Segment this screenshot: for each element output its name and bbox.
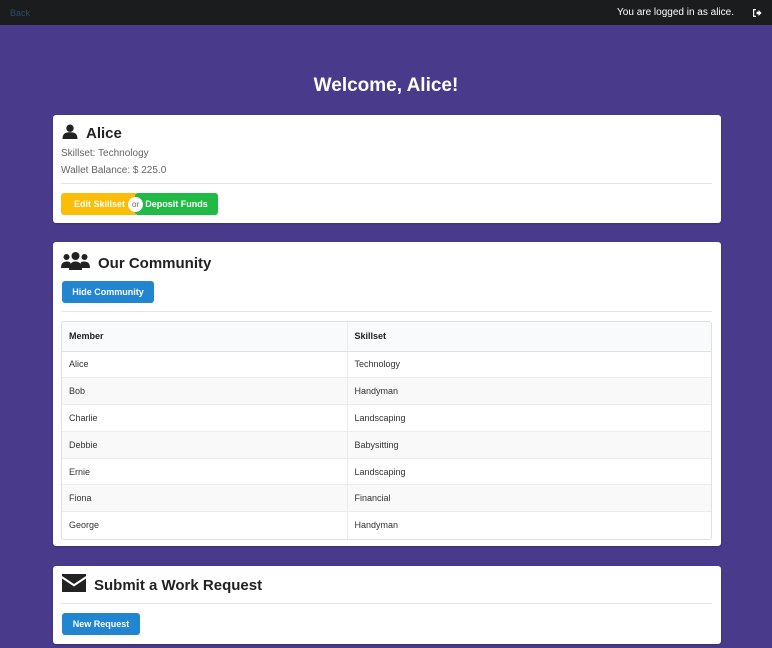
profile-header: Alice [62,124,122,143]
member-cell: Alice [62,350,347,378]
deposit-funds-button[interactable]: Deposit Funds [135,193,218,215]
brand-link[interactable]: Back [10,8,30,18]
users-icon [61,252,90,274]
new-request-button[interactable]: New Request [62,613,140,635]
table-row: Alice Technology [62,350,711,378]
table-header-row: Member Skillset [62,322,711,352]
skillset-cell: Technology [346,350,711,378]
profile-skillset: Skillset: Technology [61,148,149,159]
column-header-member: Member [62,322,347,352]
community-title: Our Community [98,254,212,272]
skillset-cell: Landscaping [346,457,711,485]
member-cell: Ernie [62,457,347,485]
member-cell: Bob [62,377,347,405]
community-divider [61,311,712,312]
login-status: You are logged in as alice. [617,7,762,18]
hide-community-button[interactable]: Hide Community [62,281,154,303]
column-header-skillset: Skillset [346,322,711,352]
table-row: Bob Handyman [62,377,711,405]
skillset-cell: Financial [346,484,711,512]
table-row: Charlie Landscaping [62,404,711,432]
profile-name: Alice [86,125,122,142]
member-cell: Fiona [62,484,347,512]
work-request-header: Submit a Work Request [62,574,262,596]
member-cell: Charlie [62,404,347,432]
top-navbar: Back You are logged in as alice. [0,0,772,25]
envelope-icon [62,574,86,596]
profile-card: Alice Skillset: Technology Wallet Balanc… [53,115,721,223]
work-request-title: Submit a Work Request [94,576,263,594]
work-request-card: Submit a Work Request New Request [53,566,721,644]
table-row: Ernie Landscaping [62,457,711,485]
or-divider: or [128,197,143,212]
edit-skillset-button[interactable]: Edit Skillset [61,193,138,215]
member-cell: George [62,511,347,539]
logout-icon[interactable] [752,8,762,18]
member-cell: Debbie [62,430,347,459]
table-row: Fiona Financial [62,484,711,512]
logged-in-text: You are logged in as alice. [617,7,734,18]
skillset-cell: Landscaping [346,404,711,432]
welcome-heading: Welcome, Alice! [313,75,459,96]
user-icon [62,124,78,143]
community-header: Our Community [61,252,211,274]
table-row: Debbie Babysitting [62,430,711,459]
skillset-cell: Handyman [346,377,711,405]
skillset-cell: Babysitting [346,430,711,459]
community-card: Our Community Hide Community Member Skil… [53,242,721,546]
wallet-balance: Wallet Balance: $ 225.0 [61,165,167,176]
profile-divider [61,183,712,184]
community-table: Member Skillset Alice Technology Bob Han… [61,321,712,540]
skillset-cell: Handyman [346,511,711,539]
table-row: George Handyman [62,511,711,539]
work-request-divider [61,603,712,604]
